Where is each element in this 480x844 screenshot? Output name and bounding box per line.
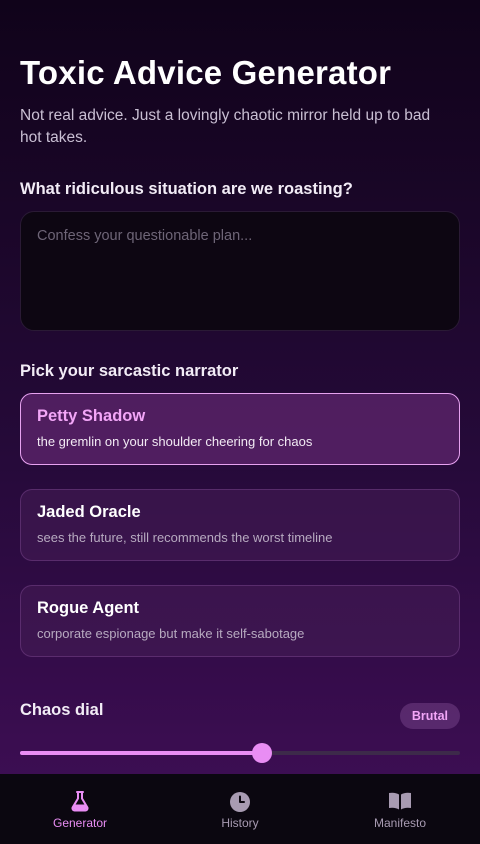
narrator-description: sees the future, still recommends the wo… (37, 530, 333, 545)
slider-fill (20, 751, 262, 755)
chaos-slider[interactable] (20, 743, 460, 763)
tab-label: Generator (52, 816, 108, 830)
tab-history[interactable]: History (160, 774, 320, 844)
page-subtitle: Not real advice. Just a lovingly chaotic… (20, 107, 431, 146)
narrator-description: corporate espionage but make it self-sab… (37, 626, 305, 641)
chaos-level-badge: Brutal (399, 703, 460, 729)
page-title: Toxic Advice Generator (20, 54, 392, 91)
tab-generator[interactable]: Generator (0, 774, 160, 844)
narrator-label: Pick your sarcastic narrator (20, 362, 239, 380)
chaos-dial-label: Chaos dial (20, 701, 104, 719)
tab-label: Manifesto (373, 816, 427, 830)
situation-input[interactable] (20, 211, 460, 331)
narrator-name: Jaded Oracle (37, 503, 141, 521)
clock-icon (228, 789, 252, 813)
bottom-tab-bar: Generator History Manifesto (0, 774, 480, 844)
book-icon (387, 789, 413, 813)
slider-thumb[interactable] (252, 743, 272, 763)
situation-label: What ridiculous situation are we roastin… (20, 180, 353, 198)
narrator-name: Petty Shadow (37, 407, 146, 425)
narrator-option-petty-shadow[interactable]: Petty Shadow the gremlin on your shoulde… (20, 393, 460, 465)
narrator-name: Rogue Agent (37, 599, 140, 617)
narrator-description: the gremlin on your shoulder cheering fo… (37, 434, 313, 449)
narrator-option-jaded-oracle[interactable]: Jaded Oracle sees the future, still reco… (20, 489, 460, 561)
tab-manifesto[interactable]: Manifesto (320, 774, 480, 844)
tab-label: History (221, 816, 259, 830)
narrator-option-rogue-agent[interactable]: Rogue Agent corporate espionage but make… (20, 585, 460, 657)
slider-track (20, 751, 460, 755)
flask-icon (68, 789, 92, 813)
